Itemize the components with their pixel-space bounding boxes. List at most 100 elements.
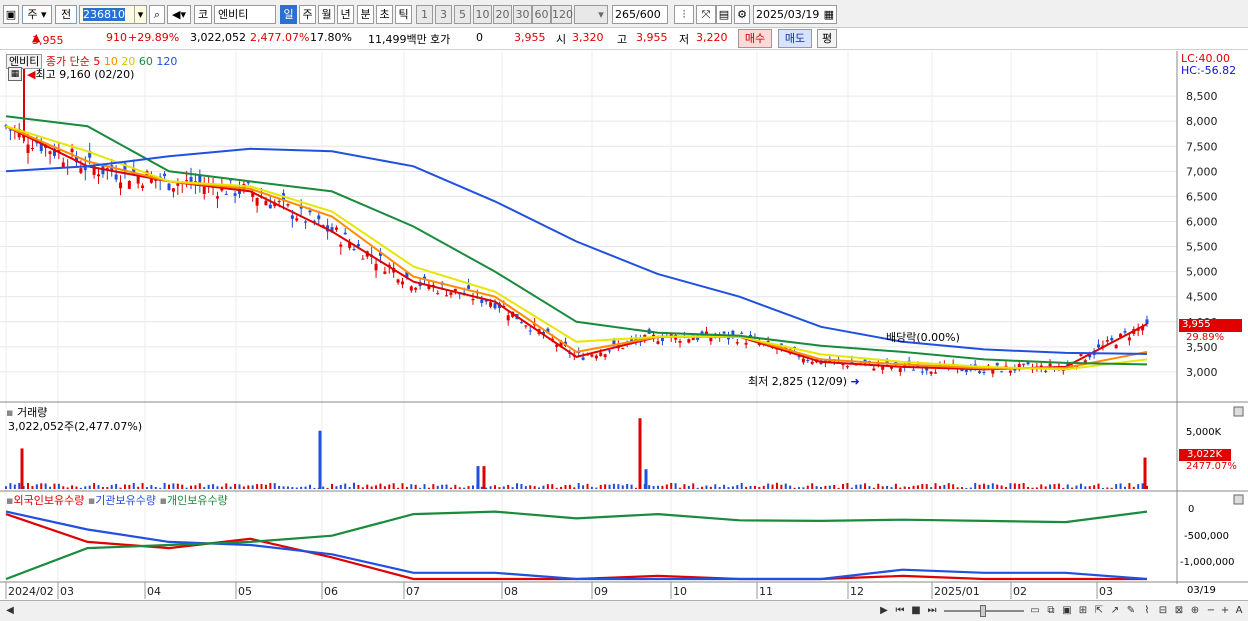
- volume-value-label: 3,022,052주(2,477.07%): [8, 420, 143, 433]
- period-second[interactable]: 초: [376, 5, 393, 24]
- volume-bar: [577, 482, 580, 489]
- volume-bar: [35, 484, 38, 489]
- draw-tool-icon[interactable]: ✎: [1124, 604, 1138, 618]
- scroll-right-icon[interactable]: ▶: [877, 604, 891, 618]
- period-week[interactable]: 주: [299, 5, 316, 24]
- volume-bar: [220, 486, 223, 489]
- avg-button[interactable]: 평: [817, 29, 837, 48]
- minute-20[interactable]: 20: [493, 5, 512, 24]
- candle-body: [898, 368, 902, 372]
- scroll-left-icon[interactable]: ◀: [3, 604, 17, 618]
- volume-bar: [471, 485, 474, 489]
- volume-bar: [947, 483, 950, 489]
- zoom-in-icon[interactable]: ⊕: [1188, 604, 1202, 618]
- holding-line-2: [5, 510, 1148, 581]
- candle-body: [277, 201, 281, 203]
- zoom-slider-handle[interactable]: [980, 605, 986, 617]
- volume-bar: [449, 487, 452, 489]
- period-day[interactable]: 일: [280, 5, 297, 24]
- minute-5[interactable]: 5: [454, 5, 471, 24]
- volume-close-icon[interactable]: [1233, 406, 1244, 417]
- cursor-icon[interactable]: ⇱: [1092, 604, 1106, 618]
- volume-bar: [1009, 483, 1012, 489]
- volume-bar: [1031, 487, 1034, 489]
- volume-bar: [696, 487, 699, 489]
- volume-bar: [145, 487, 148, 489]
- stop-icon[interactable]: ■: [909, 604, 923, 618]
- prev-select[interactable]: 전: [55, 5, 77, 24]
- settings-icon[interactable]: ⚙: [734, 5, 750, 24]
- erase-icon[interactable]: ⊠: [1172, 604, 1186, 618]
- last-icon[interactable]: ⏭: [925, 604, 939, 618]
- minute-1[interactable]: 1: [416, 5, 433, 24]
- candle-body: [740, 332, 744, 334]
- plus-icon[interactable]: +: [1218, 604, 1232, 618]
- legend-ma60: 60: [138, 55, 153, 68]
- volume-bar: [9, 483, 12, 489]
- volume-bar: [313, 487, 316, 489]
- layout-icon-2[interactable]: ⧉: [1044, 604, 1058, 618]
- volume-bar: [31, 486, 34, 489]
- volume-bar: [507, 484, 510, 489]
- save-icon[interactable]: ▤: [716, 5, 732, 24]
- minute-60[interactable]: 60: [532, 5, 551, 24]
- code-input[interactable]: 236810 ▾: [79, 5, 147, 24]
- line-tool-icon[interactable]: ↗: [1108, 604, 1122, 618]
- crosshair-icon[interactable]: ⤧: [696, 5, 716, 24]
- volume-bar: [454, 484, 457, 489]
- volume-spike: [318, 430, 322, 489]
- price-change-pct: +29.89%: [128, 31, 180, 44]
- buy-button[interactable]: 매수: [738, 29, 772, 48]
- minute-120[interactable]: 120: [551, 5, 573, 24]
- calendar-icon[interactable]: ▦: [824, 6, 834, 23]
- x-tick-label: 05: [238, 585, 252, 598]
- search-icon[interactable]: ⌕: [149, 5, 165, 24]
- candle-body: [119, 182, 123, 189]
- candle-body: [594, 355, 598, 359]
- layout-icon-1[interactable]: ▭: [1028, 604, 1042, 618]
- screen-icon[interactable]: ⊟: [1156, 604, 1170, 618]
- volume-bar: [375, 485, 378, 489]
- window-icon[interactable]: ▣: [3, 5, 19, 24]
- brush-icon[interactable]: ⌇: [1140, 604, 1154, 618]
- first-icon[interactable]: ⏮: [893, 604, 907, 618]
- table-icon[interactable]: ▦: [8, 67, 22, 81]
- volume-bar: [872, 487, 875, 489]
- minute-30[interactable]: 30: [513, 5, 532, 24]
- minute-10[interactable]: 10: [473, 5, 492, 24]
- period-minute[interactable]: 분: [357, 5, 374, 24]
- mode-label: 주: [27, 8, 38, 21]
- volume-bar: [79, 487, 82, 489]
- date-input[interactable]: 2025/03/19 ▦: [753, 5, 837, 24]
- market-badge[interactable]: 코: [194, 5, 212, 24]
- font-icon[interactable]: A: [1232, 604, 1246, 618]
- volume-bar: [714, 484, 717, 489]
- layout-icon-3[interactable]: ▣: [1060, 604, 1074, 618]
- candle-body: [612, 340, 616, 345]
- candle-body: [343, 232, 347, 235]
- layout-icon-4[interactable]: ⊞: [1076, 604, 1090, 618]
- candle-body: [202, 186, 206, 195]
- holding-legend: ▪외국인보유수량 ▪기관보유수량 ▪개인보유수량: [6, 494, 228, 507]
- volume-bar: [806, 485, 809, 489]
- volume-bar: [868, 486, 871, 489]
- speaker-icon[interactable]: ◀▾: [167, 5, 191, 24]
- period-tick[interactable]: 틱: [395, 5, 412, 24]
- period-year[interactable]: 년: [337, 5, 354, 24]
- y-tick-label: 6,500: [1186, 190, 1218, 203]
- volume-bar: [410, 484, 413, 489]
- custom-period-select[interactable]: ▾: [574, 5, 608, 24]
- sell-button[interactable]: 매도: [778, 29, 812, 48]
- stock-chart[interactable]: 8,500 8,000 7,500 7,000 6,500 6,000 5,500 5,000…: [0, 51, 1248, 604]
- mode-select[interactable]: 주 ▾: [22, 5, 52, 24]
- ma-line-5: [5, 125, 1148, 371]
- period-month[interactable]: 월: [318, 5, 335, 24]
- candle-icon[interactable]: ⫶: [674, 5, 694, 24]
- x-tick-label: 06: [324, 585, 338, 598]
- holding-close-icon[interactable]: [1233, 494, 1244, 505]
- volume-bar: [1066, 484, 1069, 489]
- count-input[interactable]: 265/600: [612, 5, 668, 24]
- zoom-out-icon[interactable]: −: [1204, 604, 1218, 618]
- volume-bar: [132, 483, 135, 489]
- minute-3[interactable]: 3: [435, 5, 452, 24]
